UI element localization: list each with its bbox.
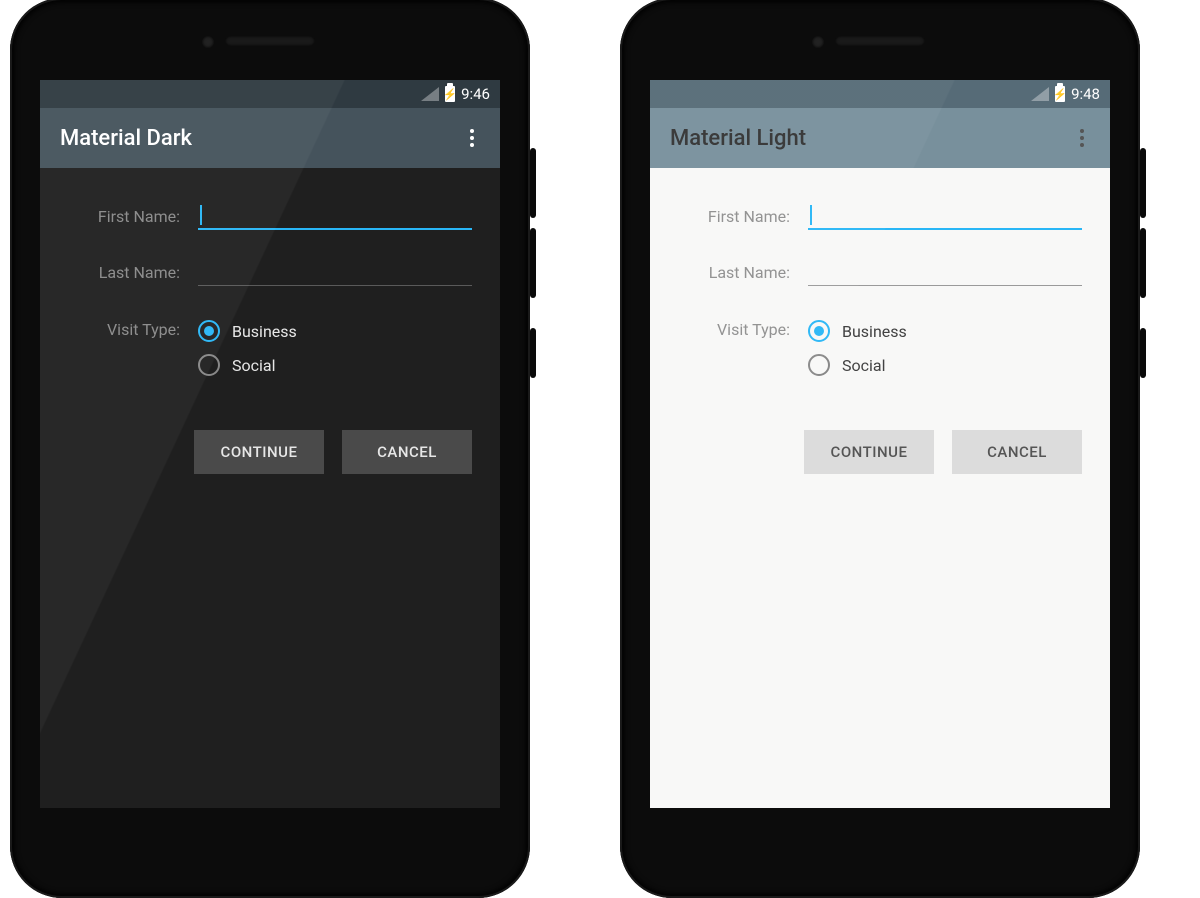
app-bar: Material Light [650,108,1110,168]
overflow-menu-button[interactable] [464,123,480,153]
radio-social-label: Social [842,356,885,375]
radio-social[interactable]: Social [808,348,1082,382]
overflow-dot-icon [1080,143,1084,147]
first-name-row: First Name: [678,202,1082,230]
last-name-row: Last Name: [678,258,1082,286]
overflow-dot-icon [470,143,474,147]
visit-type-label: Visit Type: [68,314,198,339]
button-row: CONTINUE CANCEL [40,410,500,474]
radio-unchecked-icon [808,354,830,376]
front-camera [812,36,824,48]
last-name-input[interactable] [198,258,472,286]
radio-unchecked-icon [198,354,220,376]
visit-type-row: Visit Type: Business Social [68,314,472,382]
power-button[interactable] [1140,328,1146,378]
cancel-button[interactable]: CANCEL [342,430,472,474]
radio-social[interactable]: Social [198,348,472,382]
visit-type-label: Visit Type: [678,314,808,339]
button-row: CONTINUE CANCEL [650,410,1110,474]
earpiece [225,36,315,46]
form: First Name: Last Name: Visit Type: Busin… [650,168,1110,382]
overflow-dot-icon [470,129,474,133]
cell-signal-icon [1031,87,1049,101]
volume-down-button[interactable] [1140,228,1146,298]
overflow-dot-icon [1080,136,1084,140]
volume-up-button[interactable] [1140,148,1146,218]
earpiece [835,36,925,46]
first-name-input[interactable] [808,202,1082,230]
first-name-input[interactable] [198,202,472,230]
first-name-label: First Name: [68,207,198,226]
app-title: Material Dark [60,126,192,151]
last-name-label: Last Name: [678,263,808,282]
app-title: Material Light [670,126,806,151]
phone-frame-dark: ⚡ 9:46 Material Dark First Name: Last Na… [10,0,530,898]
last-name-input[interactable] [808,258,1082,286]
first-name-label: First Name: [678,207,808,226]
cancel-button[interactable]: CANCEL [952,430,1082,474]
battery-charging-icon: ⚡ [445,86,455,102]
status-bar: ⚡ 9:46 [40,80,500,108]
screen-dark: ⚡ 9:46 Material Dark First Name: Last Na… [40,80,500,808]
power-button[interactable] [530,328,536,378]
form: First Name: Last Name: Visit Type: Busin… [40,168,500,382]
radio-social-label: Social [232,356,275,375]
screen-light: ⚡ 9:48 Material Light First Name: Last N… [650,80,1110,808]
radio-business[interactable]: Business [198,314,472,348]
phone-frame-light: ⚡ 9:48 Material Light First Name: Last N… [620,0,1140,898]
status-bar: ⚡ 9:48 [650,80,1110,108]
overflow-menu-button[interactable] [1074,123,1090,153]
status-clock: 9:48 [1071,85,1100,103]
overflow-dot-icon [470,136,474,140]
volume-up-button[interactable] [530,148,536,218]
last-name-label: Last Name: [68,263,198,282]
visit-type-row: Visit Type: Business Social [678,314,1082,382]
radio-checked-icon [808,320,830,342]
battery-charging-icon: ⚡ [1055,86,1065,102]
volume-down-button[interactable] [530,228,536,298]
status-clock: 9:46 [461,85,490,103]
cell-signal-icon [421,87,439,101]
first-name-row: First Name: [68,202,472,230]
continue-button[interactable]: CONTINUE [194,430,324,474]
radio-business-label: Business [842,322,907,341]
overflow-dot-icon [1080,129,1084,133]
radio-checked-icon [198,320,220,342]
app-bar: Material Dark [40,108,500,168]
visit-type-radio-group: Business Social [198,314,472,382]
radio-business[interactable]: Business [808,314,1082,348]
front-camera [202,36,214,48]
visit-type-radio-group: Business Social [808,314,1082,382]
last-name-row: Last Name: [68,258,472,286]
continue-button[interactable]: CONTINUE [804,430,934,474]
radio-business-label: Business [232,322,297,341]
